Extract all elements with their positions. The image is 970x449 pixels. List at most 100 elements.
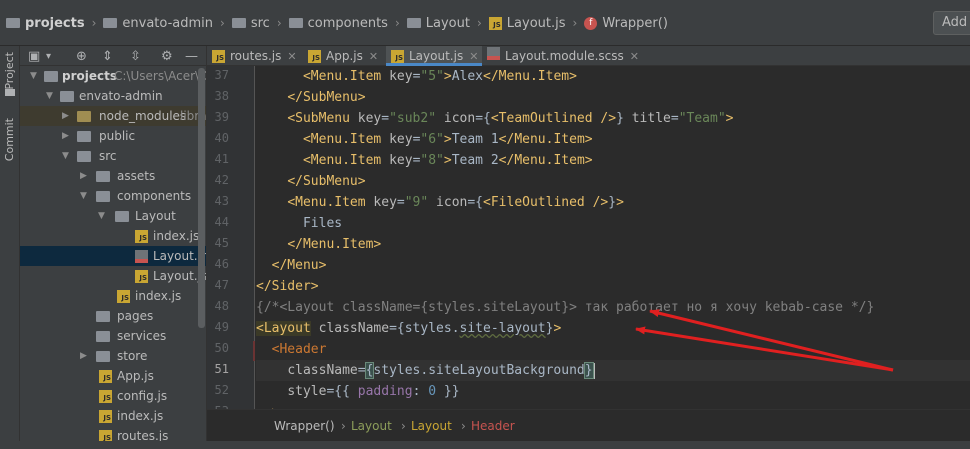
- tree-item-services[interactable]: services: [20, 326, 206, 346]
- scrollbar[interactable]: [198, 68, 205, 328]
- project-panel: ▣ ▾ ⊕ ⇕ ⇳ ⚙ — ▼ projects C:\Users\Acer\O…: [20, 46, 207, 449]
- chevron-right-icon: ›: [91, 16, 97, 30]
- scss-file-icon: [487, 47, 500, 60]
- breadcrumb-projects[interactable]: projects: [6, 16, 85, 31]
- chevron-right-icon: ›: [220, 16, 225, 30]
- editor-crumb-wrapper[interactable]: Wrapper(): [274, 419, 335, 433]
- tree-item-src[interactable]: ▼ src: [20, 146, 206, 166]
- code-line-44: Files: [256, 216, 343, 231]
- tab-layout-js[interactable]: JS Layout.js ✕: [386, 46, 482, 66]
- close-icon[interactable]: ✕: [287, 50, 296, 63]
- code-line-37: <Menu.Item key="5">Alex</Menu.Item>: [302, 69, 577, 84]
- folder-icon: [96, 171, 110, 182]
- chevron-down-icon: ▼: [98, 211, 105, 221]
- js-file-icon: JS: [212, 50, 225, 63]
- add-configuration-button[interactable]: Add: [933, 11, 970, 35]
- tree-item-components[interactable]: ▼ components: [20, 186, 206, 206]
- code-line-42: </SubMenu>: [287, 174, 366, 189]
- scss-file-icon: [135, 250, 148, 263]
- folder-icon: [96, 331, 110, 342]
- tab-layout-module-scss[interactable]: Layout.module.scss ✕: [482, 46, 647, 66]
- folder-icon: [231, 18, 246, 28]
- tree-item-projects[interactable]: ▼ projects C:\Users\Acer\On: [20, 66, 206, 86]
- code-editor[interactable]: <Menu.Item key="5">Alex</Menu.Item> </Su…: [256, 66, 970, 409]
- project-tool-button[interactable]: Project: [3, 52, 16, 90]
- code-line-47: </Sider>: [256, 279, 319, 294]
- close-icon[interactable]: ✕: [369, 50, 378, 63]
- chevron-down-icon: ▼: [30, 71, 37, 81]
- breadcrumb-components[interactable]: components: [288, 16, 388, 31]
- chevron-down-icon[interactable]: ▾: [46, 51, 51, 62]
- breadcrumb-src[interactable]: src: [231, 16, 270, 31]
- breadcrumb-wrapper[interactable]: f Wrapper(): [584, 16, 668, 31]
- folder-icon: [406, 18, 421, 28]
- hide-icon[interactable]: —: [185, 49, 198, 64]
- chevron-right-icon: ›: [394, 16, 400, 30]
- editor-crumb-layout-2[interactable]: Layout: [411, 419, 452, 433]
- project-panel-toolbar: ▣ ▾ ⊕ ⇕ ⇳ ⚙ —: [20, 46, 206, 66]
- tree-item-public[interactable]: ▶ public: [20, 126, 206, 146]
- js-file-icon: JS: [117, 290, 130, 303]
- editor-crumb-layout-1[interactable]: Layout: [351, 419, 392, 433]
- folder-icon: [115, 211, 129, 222]
- chevron-down-icon: ▼: [46, 91, 53, 101]
- tree-item-store[interactable]: ▶ store: [20, 346, 206, 366]
- chevron-right-icon: ›: [341, 419, 346, 433]
- chevron-right-icon: ›: [572, 16, 578, 30]
- tree-item-layout-folder[interactable]: ▼ Layout: [20, 206, 206, 226]
- tree-item-config-js[interactable]: JS config.js: [20, 386, 206, 406]
- breadcrumb-layout[interactable]: Layout: [406, 16, 470, 31]
- js-file-icon: JS: [391, 50, 404, 63]
- chevron-right-icon: ▶: [62, 111, 69, 121]
- code-line-48: {/*<Layout className={styles.siteLayout}…: [256, 300, 875, 315]
- chevron-down-icon: ▼: [62, 151, 69, 161]
- expand-all-icon[interactable]: ⇕: [102, 49, 113, 64]
- tree-item-index-js[interactable]: JS index.js: [20, 226, 206, 246]
- editor-crumb-header[interactable]: Header: [471, 419, 515, 433]
- tree-item-envato-admin[interactable]: ▼ envato-admin: [20, 86, 206, 106]
- code-line-46: </Menu>: [271, 258, 327, 273]
- folder-icon: [6, 18, 20, 28]
- tree-item-layout-js[interactable]: JS Layout.js: [20, 266, 206, 286]
- collapse-all-icon[interactable]: ⇳: [130, 49, 141, 64]
- close-icon[interactable]: ✕: [630, 50, 639, 63]
- breadcrumb-envato-admin[interactable]: envato-admin: [103, 16, 213, 31]
- tree-item-layout-module-scss[interactable]: Layout.m: [20, 246, 206, 266]
- tree-item-node-modules[interactable]: ▶ node_modules libra: [20, 106, 206, 126]
- close-icon[interactable]: ✕: [469, 50, 478, 63]
- commit-tool-button[interactable]: Commit: [3, 118, 16, 161]
- locate-icon[interactable]: ⊕: [76, 49, 87, 64]
- chevron-right-icon: ▶: [62, 131, 69, 141]
- tab-routes-js[interactable]: JS routes.js ✕: [207, 46, 308, 66]
- folder-icon: [44, 71, 58, 82]
- chevron-right-icon: ›: [476, 16, 482, 30]
- js-file-icon: JS: [308, 50, 321, 63]
- folder-icon: [96, 311, 110, 322]
- tree-item-assets[interactable]: ▶ assets: [20, 166, 206, 186]
- tree-item-components-index-js[interactable]: JS index.js: [20, 286, 206, 306]
- panel-view-icon[interactable]: ▣: [28, 49, 40, 64]
- js-file-icon: JS: [135, 230, 148, 243]
- tab-app-js[interactable]: JS App.js ✕: [303, 46, 391, 66]
- breadcrumb-layout-js[interactable]: JS Layout.js: [488, 16, 566, 31]
- js-file-icon: JS: [99, 370, 112, 383]
- tree-item-pages[interactable]: pages: [20, 306, 206, 326]
- tree-item-app-js[interactable]: JS App.js: [20, 366, 206, 386]
- folder-icon: [96, 351, 110, 362]
- chevron-right-icon: ▶: [80, 171, 87, 181]
- code-line-51: className={styles.siteLayoutBackground}: [256, 360, 970, 381]
- navigation-bar: projects › envato-admin › src › componen…: [0, 0, 970, 46]
- code-line-49: <Layout className={styles.site-layout}>: [256, 321, 562, 336]
- code-line-39: <SubMenu key="sub2" icon={<TeamOutlined …: [287, 111, 734, 126]
- editor-breadcrumb: Wrapper() › Layout › Layout › Header: [207, 409, 970, 441]
- code-line-50: <Header: [271, 342, 327, 357]
- folder-icon: [60, 91, 74, 102]
- folder-icon: [77, 111, 91, 122]
- tree-item-src-index-js[interactable]: JS index.js: [20, 406, 206, 426]
- js-file-icon: JS: [99, 390, 112, 403]
- line-gutter: 37 38 39 40 41 42 43 44 45 46 47 48 49 5…: [207, 66, 269, 418]
- tool-window-strip: Project Commit: [0, 46, 20, 449]
- gear-icon[interactable]: ⚙: [161, 49, 173, 64]
- code-line-45: </Menu.Item>: [287, 237, 382, 252]
- folder-icon: [77, 131, 91, 142]
